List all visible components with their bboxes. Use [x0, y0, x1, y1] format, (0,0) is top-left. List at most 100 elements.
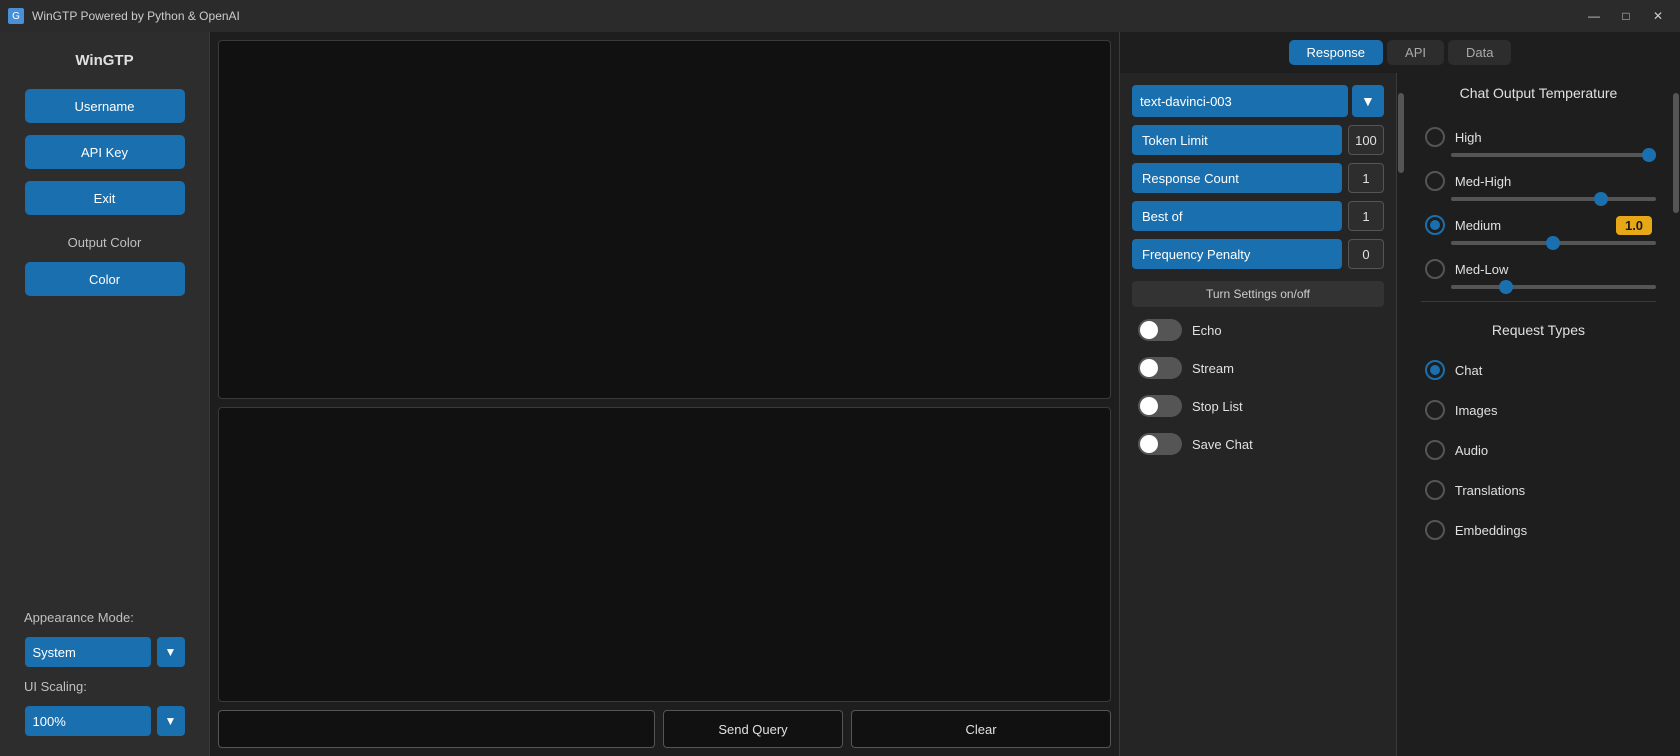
close-button[interactable]: ✕: [1644, 6, 1672, 26]
frequency-penalty-value: 0: [1348, 239, 1384, 269]
echo-label: Echo: [1192, 323, 1222, 338]
right-panel: Response API Data text-davinci-003 ▼ Tok…: [1120, 32, 1680, 756]
temp-radio-medhigh[interactable]: [1425, 171, 1445, 191]
temp-slider-high[interactable]: [1451, 153, 1656, 157]
temp-radio-medium[interactable]: [1425, 215, 1445, 235]
appearance-mode-label: Appearance Mode:: [16, 610, 134, 625]
request-radio-audio[interactable]: [1425, 440, 1445, 460]
temp-slider-high-row: [1421, 153, 1656, 157]
response-count-value: 1: [1348, 163, 1384, 193]
stream-label: Stream: [1192, 361, 1234, 376]
appearance-dropdown-arrow[interactable]: ▼: [157, 637, 185, 667]
settings-panel: text-davinci-003 ▼ Token Limit 100 Respo…: [1120, 73, 1397, 756]
token-limit-button[interactable]: Token Limit: [1132, 125, 1342, 155]
save-chat-toggle[interactable]: [1138, 433, 1182, 455]
query-input[interactable]: [218, 710, 655, 748]
titlebar: G WinGTP Powered by Python & OpenAI — □ …: [0, 0, 1680, 32]
save-chat-label: Save Chat: [1192, 437, 1253, 452]
stream-toggle[interactable]: [1138, 357, 1182, 379]
model-dropdown-arrow[interactable]: ▼: [1352, 85, 1384, 117]
sidebar-title: WinGTP: [75, 52, 133, 69]
request-radio-chat-inner: [1430, 365, 1440, 375]
temp-label-medhigh: Med-High: [1455, 174, 1652, 189]
temp-slider-medhigh-row: [1421, 197, 1656, 201]
separator: [1421, 301, 1656, 302]
model-select-button[interactable]: text-davinci-003: [1132, 85, 1348, 117]
request-type-chat: Chat: [1421, 350, 1656, 390]
best-of-row: Best of 1: [1132, 201, 1384, 231]
request-label-embeddings: Embeddings: [1455, 523, 1652, 538]
best-of-button[interactable]: Best of: [1132, 201, 1342, 231]
exit-button[interactable]: Exit: [25, 181, 185, 215]
temperature-title: Chat Output Temperature: [1421, 85, 1656, 101]
request-label-images: Images: [1455, 403, 1652, 418]
frequency-penalty-button[interactable]: Frequency Penalty: [1132, 239, 1342, 269]
chat-display: [218, 40, 1111, 399]
sidebar: WinGTP Username API Key Exit Output Colo…: [0, 32, 210, 756]
stream-toggle-row: Stream: [1132, 353, 1384, 383]
titlebar-title: WinGTP Powered by Python & OpenAI: [32, 9, 240, 23]
best-of-value: 1: [1348, 201, 1384, 231]
titlebar-left: G WinGTP Powered by Python & OpenAI: [8, 8, 240, 24]
app-icon: G: [8, 8, 24, 24]
clear-button[interactable]: Clear: [851, 710, 1111, 748]
request-label-audio: Audio: [1455, 443, 1652, 458]
settings-scrollbar[interactable]: [1397, 73, 1405, 756]
model-row: text-davinci-003 ▼: [1132, 85, 1384, 117]
temp-radio-high[interactable]: [1425, 127, 1445, 147]
stop-list-toggle[interactable]: [1138, 395, 1182, 417]
request-types-section: Request Types Chat Images: [1421, 310, 1656, 550]
stop-list-label: Stop List: [1192, 399, 1243, 414]
temp-slider-medium[interactable]: [1451, 241, 1656, 245]
scaling-dropdown-arrow[interactable]: ▼: [157, 706, 185, 736]
scaling-select[interactable]: 100%: [25, 706, 151, 736]
temp-label-medlow: Med-Low: [1455, 262, 1652, 277]
temp-radio-medium-inner: [1430, 220, 1440, 230]
temperature-panel: Chat Output Temperature High Med-High: [1405, 73, 1672, 756]
temp-slider-medlow[interactable]: [1451, 285, 1656, 289]
right-panel-scrollbar[interactable]: [1672, 73, 1680, 756]
request-radio-translations[interactable]: [1425, 480, 1445, 500]
temp-label-medium: Medium: [1455, 218, 1606, 233]
request-types-title: Request Types: [1421, 322, 1656, 338]
echo-toggle[interactable]: [1138, 319, 1182, 341]
maximize-button[interactable]: □: [1612, 6, 1640, 26]
temp-value-medium: 1.0: [1616, 216, 1652, 235]
temp-slider-medhigh[interactable]: [1451, 197, 1656, 201]
tab-bar: Response API Data: [1120, 32, 1680, 73]
api-key-button[interactable]: API Key: [25, 135, 185, 169]
minimize-button[interactable]: —: [1580, 6, 1608, 26]
input-row: Send Query Clear: [218, 710, 1111, 748]
ui-scaling-label: UI Scaling:: [16, 679, 87, 694]
tab-api[interactable]: API: [1387, 40, 1444, 65]
send-query-button[interactable]: Send Query: [663, 710, 843, 748]
turn-settings-label: Turn Settings on/off: [1132, 281, 1384, 307]
right-panel-scrollbar-thumb: [1673, 93, 1679, 213]
scaling-dropdown-row: 100% ▼: [25, 706, 185, 736]
tab-data[interactable]: Data: [1448, 40, 1511, 65]
username-button[interactable]: Username: [25, 89, 185, 123]
request-label-chat: Chat: [1455, 363, 1652, 378]
request-radio-images[interactable]: [1425, 400, 1445, 420]
stop-list-toggle-row: Stop List: [1132, 391, 1384, 421]
color-button[interactable]: Color: [25, 262, 185, 296]
request-type-audio: Audio: [1421, 430, 1656, 470]
request-type-images: Images: [1421, 390, 1656, 430]
token-limit-row: Token Limit 100: [1132, 125, 1384, 155]
appearance-select[interactable]: System: [25, 637, 151, 667]
output-color-label: Output Color: [68, 235, 142, 250]
center-panel: Send Query Clear: [210, 32, 1120, 756]
temp-radio-medlow[interactable]: [1425, 259, 1445, 279]
main-layout: WinGTP Username API Key Exit Output Colo…: [0, 32, 1680, 756]
appearance-dropdown-row: System ▼: [25, 637, 185, 667]
tab-response[interactable]: Response: [1289, 40, 1384, 65]
settings-scrollbar-thumb: [1398, 93, 1404, 173]
temp-slider-medlow-row: [1421, 285, 1656, 289]
response-count-button[interactable]: Response Count: [1132, 163, 1342, 193]
save-chat-toggle-row: Save Chat: [1132, 429, 1384, 459]
right-content: text-davinci-003 ▼ Token Limit 100 Respo…: [1120, 73, 1680, 756]
response-display: [218, 407, 1111, 702]
request-radio-embeddings[interactable]: [1425, 520, 1445, 540]
request-radio-chat[interactable]: [1425, 360, 1445, 380]
response-count-row: Response Count 1: [1132, 163, 1384, 193]
